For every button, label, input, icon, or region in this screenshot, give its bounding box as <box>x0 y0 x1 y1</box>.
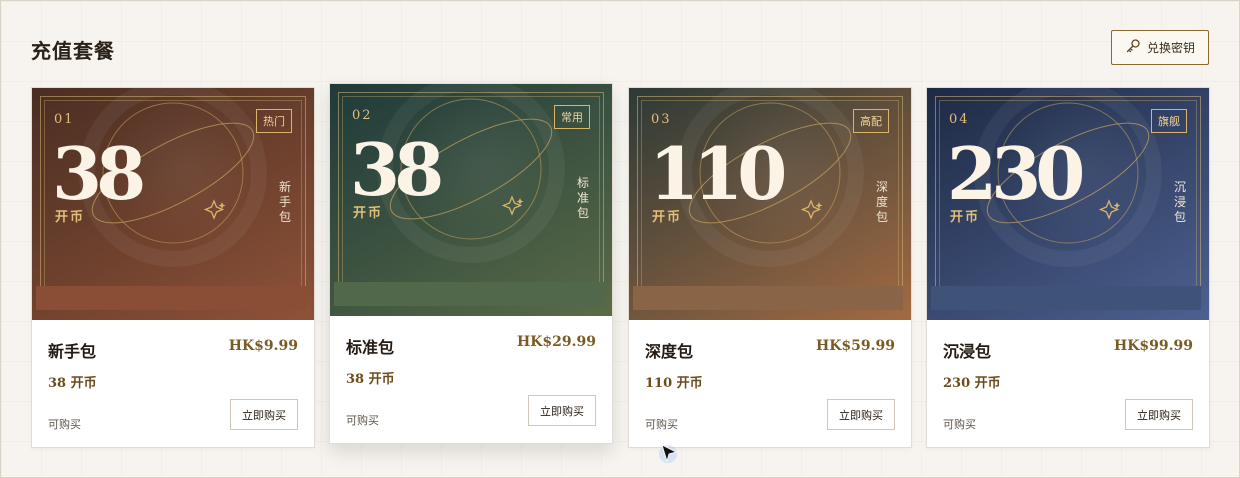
package-status: 可购买 <box>48 418 81 431</box>
package-unit: 开币 <box>55 210 86 225</box>
package-name: 深度包 <box>645 342 694 361</box>
page-frame: 充值套餐 兑换密钥 01 热门 38 开币 新手包 新手包 HK$9.99 38… <box>0 0 1240 478</box>
package-vertical-name: 标准包 <box>576 176 589 220</box>
art-band <box>633 286 903 310</box>
package-art: 04 旗舰 230 开币 沉浸包 <box>927 88 1209 320</box>
package-tag: 高配 <box>853 109 889 133</box>
package-card: 01 热门 38 开币 新手包 新手包 HK$9.99 38 开币 可购买 立即… <box>31 87 315 448</box>
package-coins: 230 开币 <box>943 376 1001 391</box>
buy-now-button[interactable]: 立即购买 <box>528 395 596 426</box>
package-tag: 常用 <box>554 105 590 129</box>
package-unit: 开币 <box>353 206 384 221</box>
package-index: 03 <box>651 112 672 127</box>
package-vertical-name: 沉浸包 <box>1173 180 1186 224</box>
package-index: 04 <box>949 112 970 127</box>
buy-now-button[interactable]: 立即购买 <box>230 399 298 430</box>
package-status: 可购买 <box>943 418 976 431</box>
package-name: 沉浸包 <box>943 342 992 361</box>
package-coins: 110 开币 <box>645 376 703 391</box>
buy-now-button[interactable]: 立即购买 <box>827 399 895 430</box>
package-amount: 38 <box>52 131 146 216</box>
mouse-cursor-icon <box>659 444 678 463</box>
package-price: HK$9.99 <box>228 338 298 354</box>
package-card: 02 常用 38 开币 标准包 标准包 HK$29.99 38 开币 可购买 立… <box>329 83 613 444</box>
art-band <box>931 286 1201 310</box>
package-status: 可购买 <box>645 418 678 431</box>
package-art: 01 热门 38 开币 新手包 <box>32 88 314 320</box>
package-price: HK$59.99 <box>816 338 895 354</box>
package-price: HK$99.99 <box>1114 338 1193 354</box>
package-art: 02 常用 38 开币 标准包 <box>330 84 612 316</box>
package-vertical-name: 深度包 <box>875 180 888 224</box>
package-status: 可购买 <box>346 414 379 427</box>
package-tag: 热门 <box>256 109 292 133</box>
package-index: 02 <box>352 108 373 123</box>
package-coins: 38 开币 <box>346 372 395 387</box>
package-coins: 38 开币 <box>48 376 97 391</box>
package-unit: 开币 <box>950 210 981 225</box>
package-name: 标准包 <box>346 338 395 357</box>
package-price: HK$29.99 <box>517 334 596 350</box>
package-card: 04 旗舰 230 开币 沉浸包 沉浸包 HK$99.99 230 开币 可购买… <box>926 87 1210 448</box>
package-amount: 110 <box>649 131 787 216</box>
package-tag: 旗舰 <box>1151 109 1187 133</box>
package-vertical-name: 新手包 <box>278 180 291 224</box>
package-amount: 230 <box>947 131 1085 216</box>
package-index: 01 <box>54 112 75 127</box>
buy-now-button[interactable]: 立即购买 <box>1125 399 1193 430</box>
package-art: 03 高配 110 开币 深度包 <box>629 88 911 320</box>
key-icon <box>1125 38 1141 57</box>
art-band <box>36 286 306 310</box>
package-unit: 开币 <box>652 210 683 225</box>
package-name: 新手包 <box>48 342 97 361</box>
redeem-key-label: 兑换密钥 <box>1146 41 1195 55</box>
art-band <box>334 282 604 306</box>
package-amount: 38 <box>350 127 444 212</box>
page-title: 充值套餐 <box>31 39 115 63</box>
redeem-key-button[interactable]: 兑换密钥 <box>1111 30 1209 65</box>
package-card: 03 高配 110 开币 深度包 深度包 HK$59.99 110 开币 可购买… <box>628 87 912 448</box>
